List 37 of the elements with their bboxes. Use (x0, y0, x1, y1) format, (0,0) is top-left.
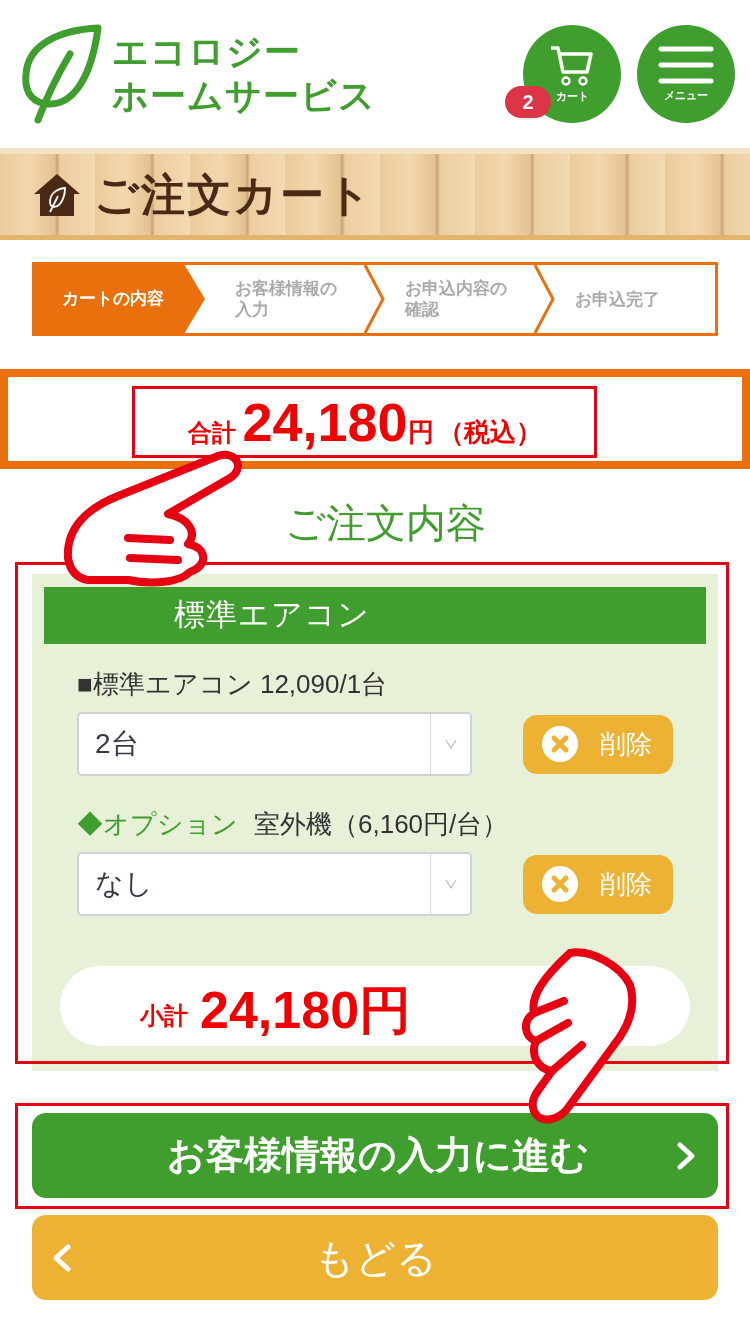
cart-count-badge: 2 (505, 86, 551, 118)
close-icon (542, 866, 579, 902)
house-icon (32, 171, 82, 218)
delete-button[interactable]: 削除 (523, 854, 673, 914)
delete-button[interactable]: 削除 (523, 714, 673, 774)
progress-step: カートの内容 (35, 265, 205, 333)
proceed-button[interactable]: お客様情報の入力に進む (32, 1113, 718, 1198)
total-label: 合計 (188, 418, 237, 448)
chevron-right-icon (676, 1140, 696, 1171)
option-label: 室外機（6,160円/台） (254, 807, 509, 841)
cart-icon (549, 43, 595, 88)
section-heading: ご注文内容 (284, 500, 486, 547)
caret-down-icon (444, 739, 457, 749)
quantity-select[interactable]: なし (77, 852, 473, 916)
page-title: ご注文カート (94, 168, 373, 221)
menu-icon (658, 44, 714, 85)
total-amount: 24,180 (242, 394, 408, 450)
tax-note: （税込） (437, 416, 542, 449)
menu-button[interactable]: メニュー (637, 25, 735, 123)
step-divider-chevron (363, 265, 385, 333)
option-tag: ◆オプション (77, 804, 238, 844)
leaf-logo-icon (20, 24, 102, 124)
close-icon (542, 726, 579, 762)
logo-text[interactable]: エコロジー ホームサービス (112, 30, 376, 118)
progress-step: お申込内容の確認 (375, 265, 532, 333)
subtotal-amount: 24,180円 (200, 980, 412, 1040)
category-title: 標準エアコン (174, 596, 370, 635)
chevron-left-icon (52, 1242, 72, 1273)
quantity-select[interactable]: 2台 (77, 712, 473, 776)
step-divider-chevron (533, 265, 555, 333)
subtotal-label: 小計 (140, 1001, 188, 1031)
progress-step: お客様情報の入力 (205, 265, 362, 333)
total-unit: 円 (407, 416, 434, 449)
product-label: ■標準エアコン 12,090/1台 (77, 667, 388, 701)
back-button[interactable]: もどる (32, 1215, 718, 1300)
progress-step: お申込完了 (545, 265, 702, 333)
caret-down-icon (444, 879, 457, 889)
